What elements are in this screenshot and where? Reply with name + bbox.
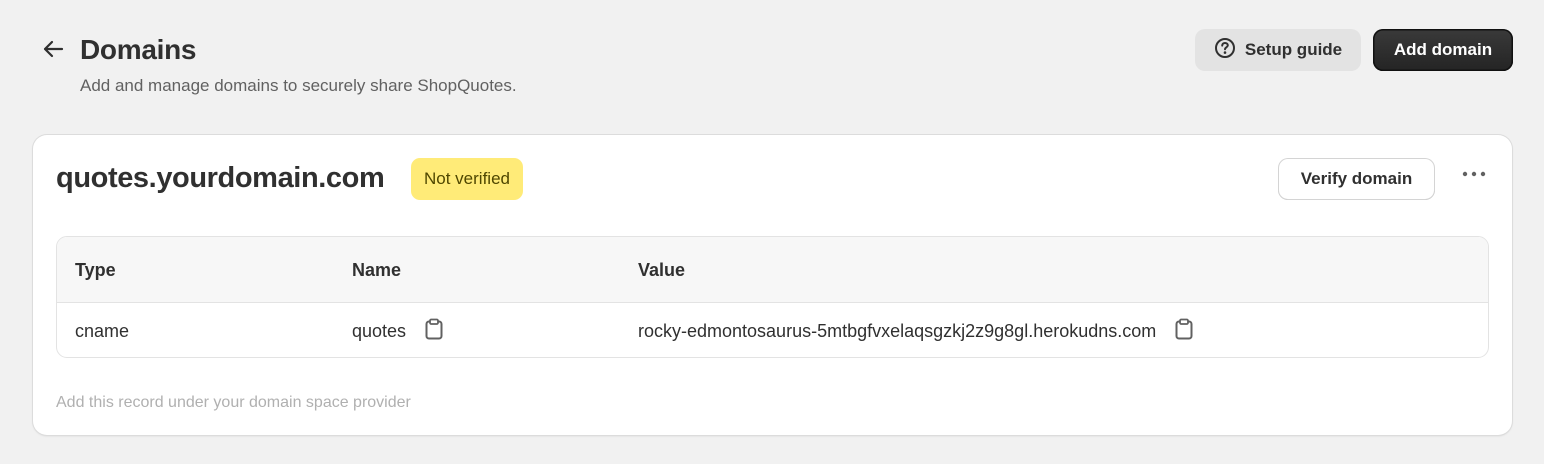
domains-page: Domains Add and manage domains to secure… — [0, 0, 1544, 464]
record-name-cell: quotes — [352, 303, 445, 357]
status-badge: Not verified — [411, 158, 523, 200]
record-type: cname — [75, 320, 130, 341]
record-value-cell: rocky-edmontosaurus-5mtbgfvxelaqsgzkj2z9… — [638, 303, 1195, 357]
ellipsis-horizontal-icon — [1462, 165, 1486, 183]
record-hint: Add this record under your domain space … — [56, 394, 411, 411]
back-button[interactable] — [36, 34, 70, 68]
page-title: Domains — [80, 34, 197, 65]
domain-name: quotes.yourdomain.com — [56, 162, 385, 194]
verify-domain-button[interactable]: Verify domain — [1278, 158, 1435, 200]
add-domain-button[interactable]: Add domain — [1373, 29, 1513, 71]
table-row: cname quotes rocky-edmontosaurus-5mtbgfv… — [57, 303, 1488, 357]
column-header-value: Value — [638, 259, 686, 280]
domain-card: quotes.yourdomain.com Not verified Verif… — [33, 135, 1512, 435]
record-name: quotes — [352, 320, 407, 341]
table-header: Type Name Value — [57, 237, 1488, 303]
record-type-cell: cname — [75, 303, 130, 357]
clipboard-icon — [424, 318, 444, 345]
copy-value-button[interactable] — [1173, 318, 1195, 345]
clipboard-icon — [1174, 318, 1194, 345]
setup-guide-button[interactable]: Setup guide — [1195, 29, 1361, 71]
more-actions-button[interactable] — [1455, 159, 1493, 189]
page-subtitle: Add and manage domains to securely share… — [80, 76, 517, 95]
arrow-left-icon — [42, 40, 64, 63]
column-header-name: Name — [352, 259, 402, 280]
column-header-type: Type — [75, 259, 116, 280]
record-value: rocky-edmontosaurus-5mtbgfvxelaqsgzkj2z9… — [638, 320, 1157, 341]
copy-name-button[interactable] — [423, 318, 445, 345]
question-circle-icon — [1214, 37, 1236, 64]
setup-guide-label: Setup guide — [1244, 40, 1343, 59]
dns-record-table: Type Name Value cname quotes rocky-edmon… — [56, 236, 1489, 358]
